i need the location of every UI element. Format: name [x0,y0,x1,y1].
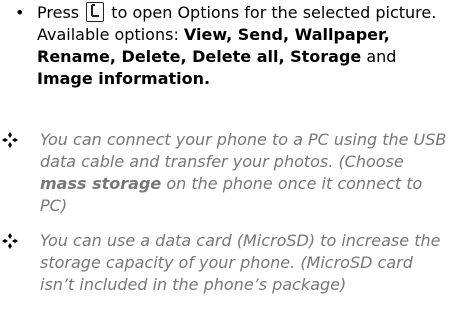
four-diamond-bullet-icon [0,230,40,296]
and-word: and [366,47,397,66]
left-softkey-icon [86,2,105,22]
microsd-note: You can use a data card (MicroSD) to inc… [0,230,456,296]
options-instruction: Press to open Options for the selected p… [37,2,443,90]
four-diamond-bullet-icon [0,129,40,217]
mass-storage-term: mass storage [40,174,162,193]
press-word: Press [37,3,80,22]
usb-transfer-note-text: You can connect your phone to a PC using… [40,129,450,217]
usb-note-text-before: You can connect your phone to a PC using… [40,130,447,171]
bullet-dot: • [15,3,25,22]
options-bullet-item: • Press to open Options for the selected… [15,2,451,90]
usb-transfer-note: You can connect your phone to a PC using… [0,129,456,217]
last-option: Image information. [37,69,211,88]
microsd-note-text: You can use a data card (MicroSD) to inc… [40,231,441,294]
manual-page: • Press to open Options for the selected… [0,0,456,334]
